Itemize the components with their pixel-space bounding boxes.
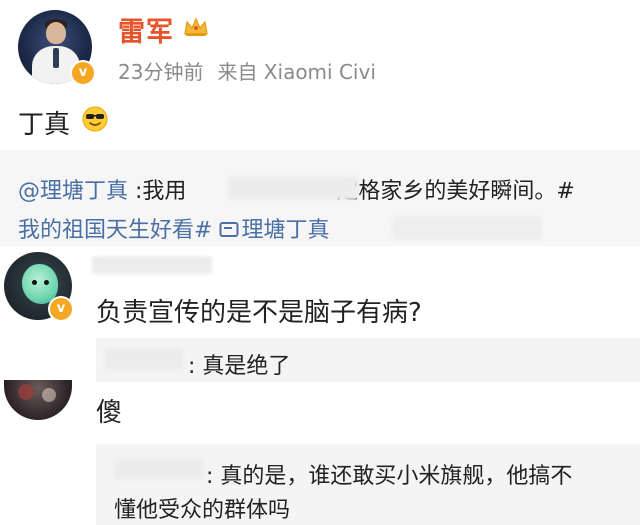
link-icon: [219, 222, 239, 237]
mention-link[interactable]: @理塘丁真: [18, 179, 128, 204]
author-name[interactable]: 雷军: [118, 10, 174, 49]
redacted-username: [104, 348, 184, 370]
post-time: 23分钟前: [118, 60, 204, 84]
reply-text-line2: 懂他受众的群体吗: [114, 498, 291, 523]
hashtag-link[interactable]: 我的祖国天生好看#: [18, 218, 212, 243]
redacted-username: [92, 256, 212, 274]
cool-sunglasses-emoji-icon: [82, 106, 108, 132]
post-meta: 23分钟前 来自 Xiaomi Civi: [118, 56, 376, 85]
verified-badge-icon: v: [48, 296, 74, 322]
redacted-text: [228, 176, 358, 200]
verified-badge-icon: v: [70, 60, 96, 86]
crown-icon: [184, 17, 208, 36]
repost-text-line2: 我的祖国天生好看# 理塘丁真: [18, 212, 329, 244]
post-text: 丁真: [18, 110, 71, 140]
commenter-avatar[interactable]: [4, 380, 72, 420]
redacted-text: [392, 216, 542, 240]
comment-text: 负责宣传的是不是脑子有病?: [96, 298, 422, 328]
redacted-username: [114, 458, 204, 480]
comment-text: 傻: [96, 398, 123, 428]
reply-text: : 真是绝了: [188, 354, 291, 379]
reply-text-line1: : 真的是，谁还敢买小米旗舰，他搞不: [206, 464, 573, 489]
profile-link[interactable]: 理塘丁真: [219, 218, 329, 243]
post-source: 来自 Xiaomi Civi: [217, 60, 376, 84]
